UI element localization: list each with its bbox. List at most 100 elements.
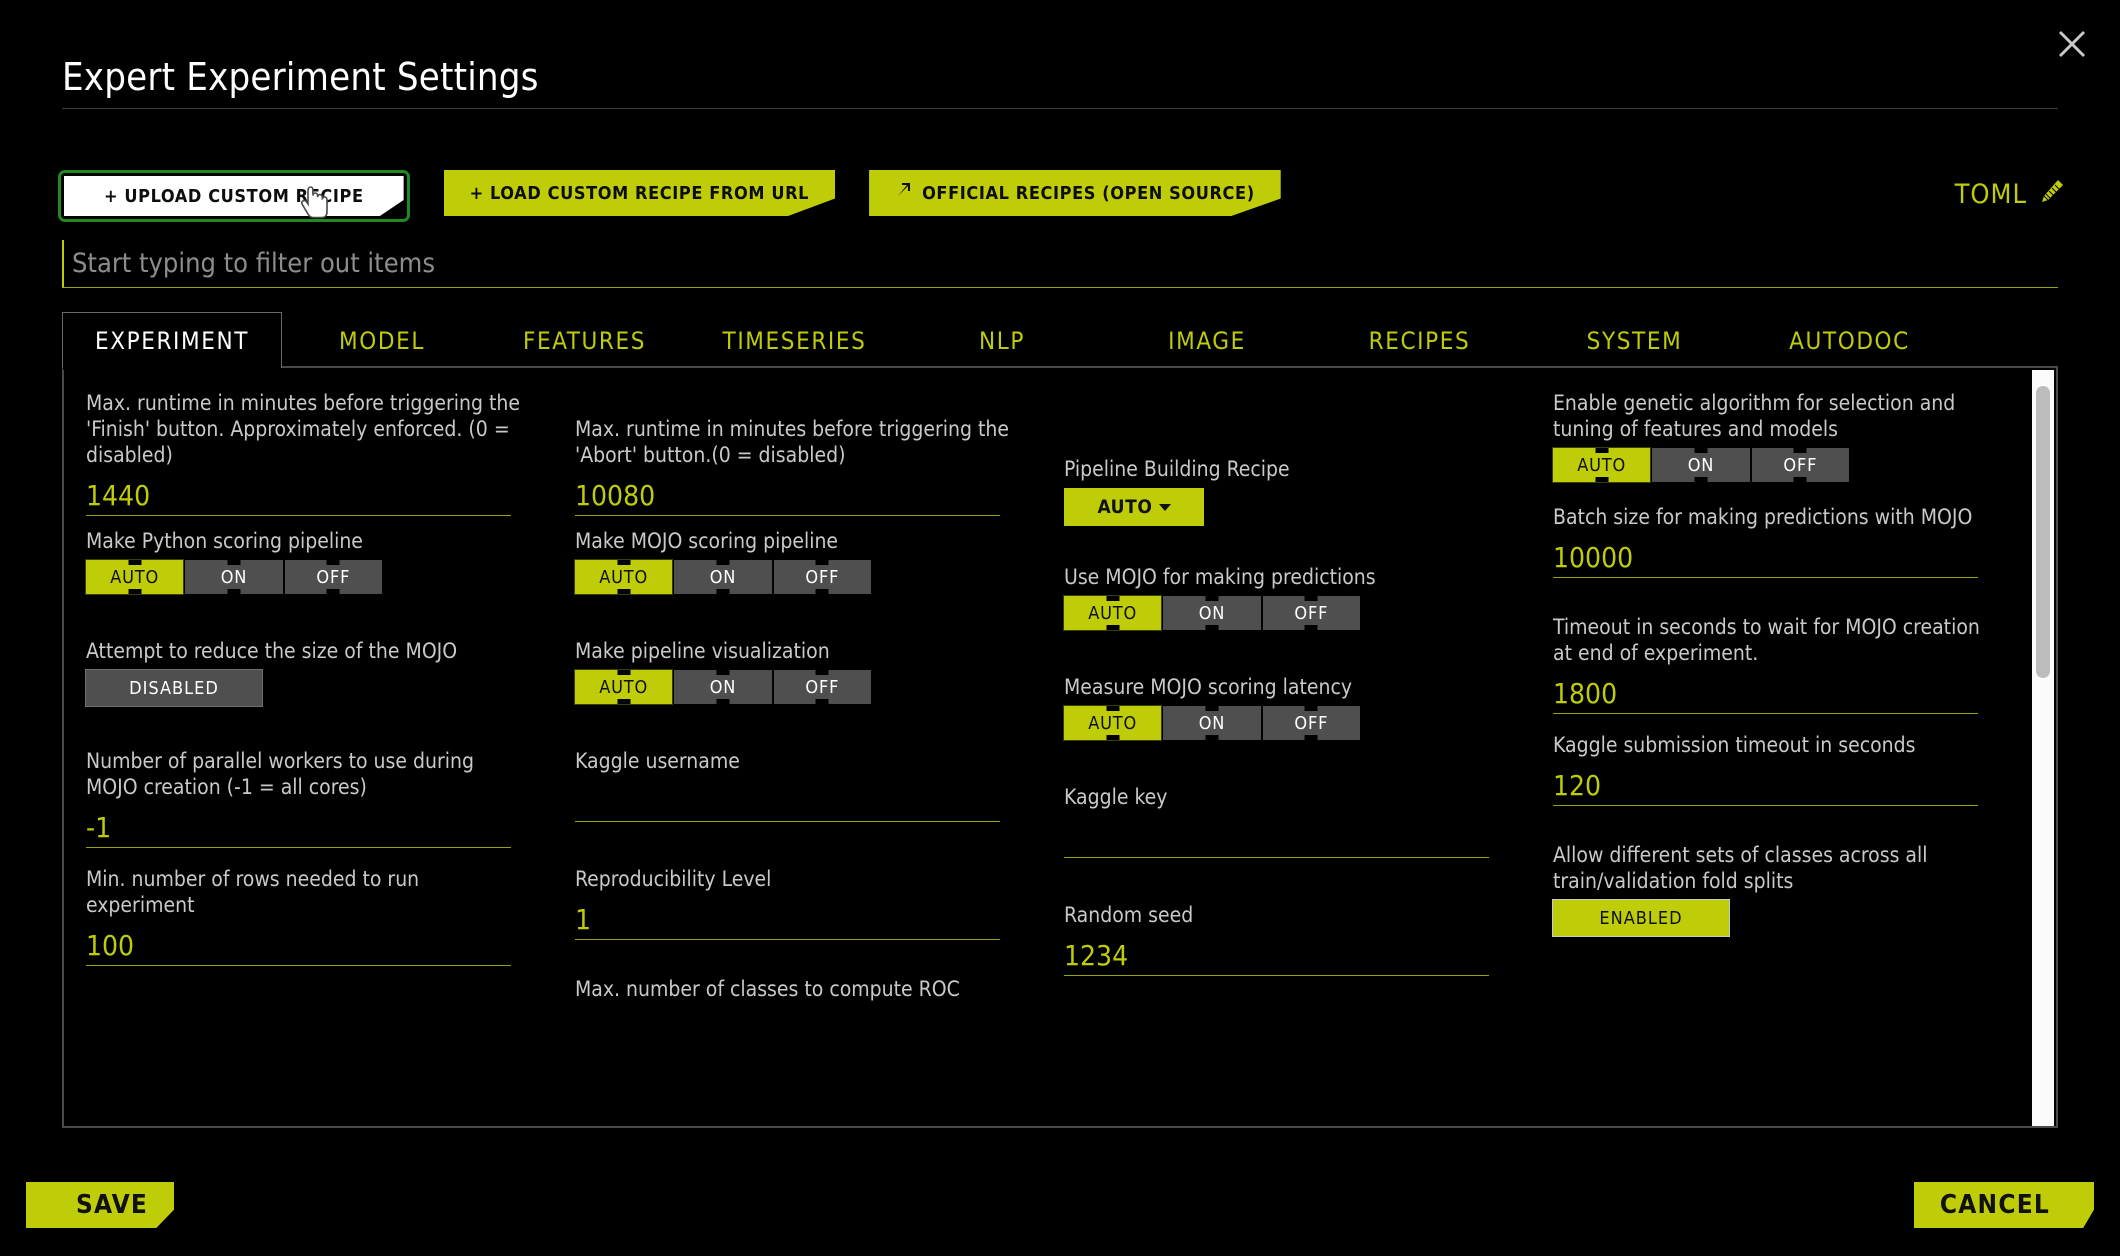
toggle-option-auto[interactable]: AUTO [573, 669, 674, 705]
scrollbar-thumb[interactable] [2036, 386, 2050, 678]
cancel-label: CANCEL [1939, 1190, 2050, 1220]
toggle-option-off[interactable]: OFF [1751, 448, 1849, 482]
setting-label: Attempt to reduce the size of the MOJO [86, 639, 458, 663]
toggle-option-on[interactable]: ON [1163, 596, 1261, 630]
pipeline-building-recipe-dropdown[interactable]: AUTO [1064, 488, 1204, 526]
setting-measure-mojo-latency: Measure MOJO scoring latency AUTO ON OFF [1062, 674, 1507, 774]
external-link-icon [895, 182, 912, 204]
toggle-option-on[interactable]: ON [674, 560, 772, 594]
mojo-parallel-workers-input[interactable]: -1 [86, 806, 512, 848]
toggle-option-auto[interactable]: AUTO [1062, 595, 1163, 631]
chevron-down-icon [1158, 503, 1171, 511]
mojo-creation-timeout-input[interactable]: 1800 [1553, 672, 1979, 714]
setting-allow-different-class-sets: Allow different sets of classes across a… [1553, 842, 1996, 950]
kaggle-username-input[interactable] [575, 780, 1001, 822]
setting-label: Make MOJO scoring pipeline [575, 529, 839, 553]
setting-label: Max. runtime in minutes before triggerin… [86, 391, 520, 467]
tab-label: TIMESERIES [722, 326, 867, 355]
settings-column-1: Max. runtime in minutes before triggerin… [64, 390, 557, 1126]
upload-custom-recipe-label: + UPLOAD CUSTOM RECIPE [64, 176, 404, 216]
toggle-option-on[interactable]: ON [1652, 448, 1750, 482]
toggle-option-auto[interactable]: AUTO [1062, 705, 1163, 741]
mojo-pipeline-toggle: AUTO ON OFF [573, 559, 871, 595]
recipe-actions-toolbar: + UPLOAD CUSTOM RECIPE + LOAD CUSTOM REC… [58, 170, 1281, 222]
tab-label: IMAGE [1168, 326, 1246, 355]
tab-features[interactable]: FEATURES [482, 312, 687, 368]
settings-column-2: Max. runtime in minutes before triggerin… [557, 390, 1046, 1126]
kaggle-submission-timeout-input[interactable]: 120 [1553, 764, 1979, 806]
search-input[interactable] [64, 240, 2058, 287]
mojo-batch-size-input[interactable]: 10000 [1553, 536, 1979, 578]
setting-label: Batch size for making predictions with M… [1553, 505, 1973, 529]
setting-min-rows: Min. number of rows needed to run experi… [86, 866, 529, 974]
reduce-mojo-size-toggle[interactable]: DISABLED [86, 670, 262, 706]
toggle-option-off[interactable]: OFF [1262, 596, 1360, 630]
setting-label: Use MOJO for making predictions [1064, 565, 1376, 589]
setting-kaggle-submission-timeout: Kaggle submission timeout in seconds 120 [1553, 732, 1996, 832]
setting-label: Measure MOJO scoring latency [1064, 675, 1353, 699]
tab-recipes[interactable]: RECIPES [1312, 312, 1527, 368]
setting-label: Reproducibility Level [575, 867, 772, 891]
toggle-option-off[interactable]: OFF [773, 670, 871, 704]
official-recipes-label: OFFICIAL RECIPES (OPEN SOURCE) [922, 182, 1255, 204]
setting-enable-genetic-algorithm: Enable genetic algorithm for selection a… [1551, 390, 1996, 494]
max-runtime-abort-input[interactable]: 10080 [575, 474, 1001, 516]
setting-label: Pipeline Building Recipe [1064, 457, 1290, 481]
tab-label: SYSTEM [1586, 326, 1683, 355]
page-title: Expert Experiment Settings [62, 55, 539, 99]
setting-label: Kaggle submission timeout in seconds [1553, 733, 1916, 757]
close-icon[interactable] [2046, 18, 2098, 70]
kaggle-key-input[interactable] [1064, 816, 1490, 858]
toggle-option-auto[interactable]: AUTO [573, 559, 674, 595]
toggle-option-auto[interactable]: AUTO [1551, 447, 1652, 483]
expert-settings-dialog: Expert Experiment Settings + UPLOAD CUST… [0, 0, 2120, 1256]
setting-use-mojo-for-predictions: Use MOJO for making predictions AUTO ON … [1062, 564, 1507, 664]
tab-nlp[interactable]: NLP [902, 312, 1102, 368]
tab-label: RECIPES [1368, 326, 1471, 355]
toggle-option-on[interactable]: ON [185, 560, 283, 594]
official-recipes-button[interactable]: OFFICIAL RECIPES (OPEN SOURCE) [869, 170, 1281, 216]
allow-different-class-sets-toggle[interactable]: ENABLED [1553, 900, 1729, 936]
setting-random-seed: Random seed 1234 [1064, 902, 1507, 1002]
toggle-option-off[interactable]: OFF [773, 560, 871, 594]
tab-image[interactable]: IMAGE [1102, 312, 1312, 368]
setting-kaggle-username: Kaggle username [575, 748, 1018, 856]
cancel-button[interactable]: CANCEL [1913, 1182, 2094, 1228]
tab-label: EXPERIMENT [94, 326, 250, 355]
pipeline-visualization-toggle: AUTO ON OFF [573, 669, 871, 705]
toggle-option-auto[interactable]: AUTO [84, 559, 185, 595]
upload-custom-recipe-button[interactable]: + UPLOAD CUSTOM RECIPE [58, 170, 410, 222]
setting-reduce-mojo-size: Attempt to reduce the size of the MOJO D… [86, 638, 529, 738]
tab-system[interactable]: SYSTEM [1527, 312, 1742, 368]
setting-label: Make Python scoring pipeline [86, 529, 363, 553]
toggle-option-on[interactable]: ON [674, 670, 772, 704]
tab-experiment[interactable]: EXPERIMENT [62, 312, 282, 370]
panel-scrollbar[interactable] [2032, 370, 2054, 1126]
setting-max-runtime-abort: Max. runtime in minutes before triggerin… [575, 416, 1018, 518]
toggle-option-on[interactable]: ON [1163, 706, 1261, 740]
toggle-option-off[interactable]: OFF [284, 560, 382, 594]
settings-grid: Max. runtime in minutes before triggerin… [64, 368, 2024, 1126]
title-divider [62, 108, 2058, 109]
save-label: SAVE [76, 1190, 149, 1220]
setting-pipeline-building-recipe: Pipeline Building Recipe AUTO [1064, 456, 1507, 554]
filter-field[interactable] [62, 240, 2058, 288]
min-rows-input[interactable]: 100 [86, 924, 512, 966]
setting-make-python-scoring-pipeline: Make Python scoring pipeline AUTO ON OFF [84, 528, 529, 628]
tab-model[interactable]: MODEL [282, 312, 482, 368]
toggle-option-off[interactable]: OFF [1262, 706, 1360, 740]
python-pipeline-toggle: AUTO ON OFF [84, 559, 382, 595]
load-custom-recipe-from-url-button[interactable]: + LOAD CUSTOM RECIPE FROM URL [443, 170, 836, 216]
tab-timeseries[interactable]: TIMESERIES [687, 312, 902, 368]
reproducibility-level-input[interactable]: 1 [575, 898, 1001, 940]
setting-mojo-creation-timeout: Timeout in seconds to wait for MOJO crea… [1553, 614, 1996, 722]
save-button[interactable]: SAVE [26, 1182, 175, 1228]
random-seed-input[interactable]: 1234 [1064, 934, 1490, 976]
setting-label: Allow different sets of classes across a… [1553, 843, 1928, 893]
max-runtime-finish-input[interactable]: 1440 [86, 474, 512, 516]
tab-label: FEATURES [522, 326, 647, 355]
setting-label: Kaggle key [1064, 785, 1168, 809]
use-mojo-predictions-toggle: AUTO ON OFF [1062, 595, 1360, 631]
toml-editor-link[interactable]: TOML [1955, 178, 2065, 211]
tab-autodoc[interactable]: AUTODOC [1742, 312, 1957, 368]
